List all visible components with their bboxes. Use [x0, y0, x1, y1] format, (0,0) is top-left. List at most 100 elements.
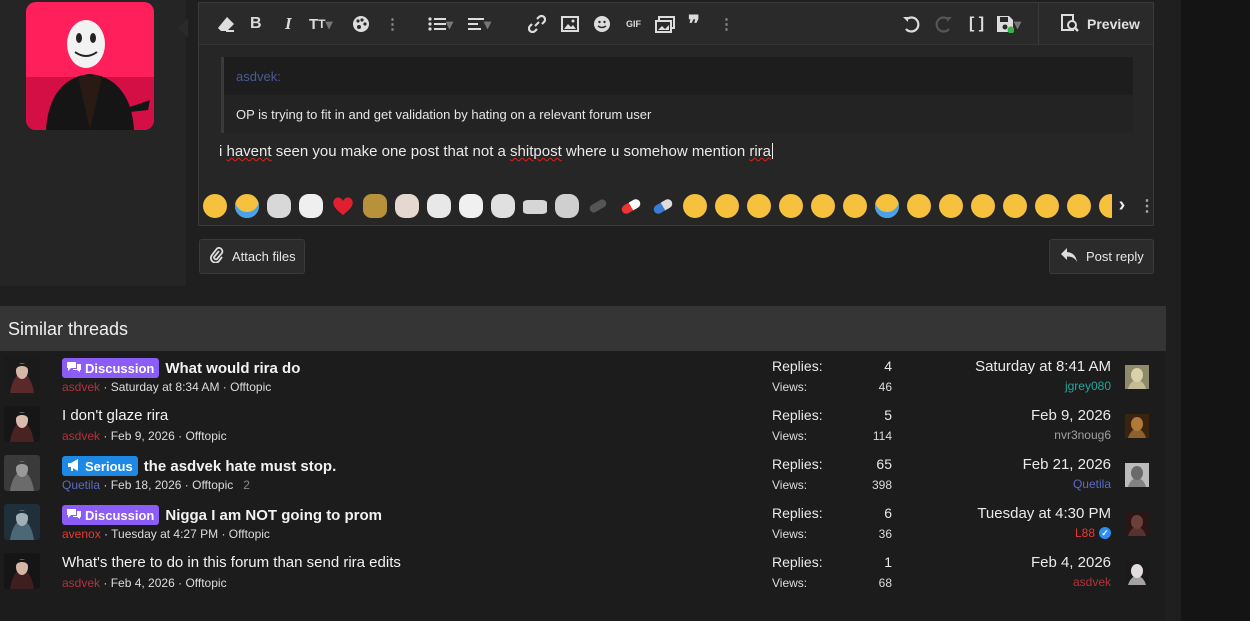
emoji-grimace-icon[interactable]: [683, 194, 707, 218]
last-poster-avatar[interactable]: [1125, 512, 1149, 536]
thread-date[interactable]: Feb 4, 2026: [111, 576, 175, 590]
chevron-right-icon[interactable]: ›: [1112, 194, 1132, 218]
emoji-custom-4-icon[interactable]: [395, 194, 419, 218]
last-post-date[interactable]: Feb 21, 2026: [1023, 456, 1111, 473]
last-poster-avatar[interactable]: [1125, 365, 1149, 389]
emoji-grin-icon[interactable]: [779, 194, 803, 218]
reply-text[interactable]: i havent seen you make one post that not…: [219, 143, 774, 160]
more-icon[interactable]: ⋮: [719, 13, 734, 35]
thread-title[interactable]: the asdvek hate must stop.: [144, 458, 337, 475]
smilie-icon[interactable]: [593, 13, 611, 35]
link-icon[interactable]: [528, 13, 546, 35]
last-poster-name[interactable]: nvr3noug6: [1054, 428, 1111, 442]
more-icon[interactable]: ⋮: [1139, 196, 1149, 216]
last-post-date[interactable]: Feb 4, 2026: [1031, 554, 1111, 571]
thread-title[interactable]: Nigga I am NOT going to prom: [165, 507, 382, 524]
thread-date[interactable]: Feb 9, 2026: [111, 429, 175, 443]
thread-date[interactable]: Tuesday at 4:27 PM: [111, 527, 218, 541]
last-poster-name[interactable]: Quetila: [1073, 477, 1111, 491]
emoji-smile-icon[interactable]: [715, 194, 739, 218]
emoji-frown-icon[interactable]: [971, 194, 995, 218]
emoji-star-eyes-icon[interactable]: [907, 194, 931, 218]
emoji-confused-icon[interactable]: [1003, 194, 1027, 218]
preview-button[interactable]: Preview: [1038, 3, 1154, 45]
last-post-date[interactable]: Tuesday at 4:30 PM: [977, 505, 1111, 522]
last-poster-avatar[interactable]: [1125, 414, 1149, 438]
emoji-custom-2-icon[interactable]: [299, 194, 323, 218]
quote-author[interactable]: asdvek:: [236, 69, 281, 84]
emoji-tears-of-joy-icon[interactable]: [235, 194, 259, 218]
media-icon[interactable]: [655, 13, 675, 35]
eraser-icon[interactable]: [217, 13, 235, 35]
last-poster-name[interactable]: L88: [1075, 526, 1095, 540]
thread-author[interactable]: asdvek: [62, 380, 100, 394]
text-size-icon[interactable]: T T ▾: [309, 13, 333, 35]
thread-row[interactable]: Discussion Nigga I am NOT going to prom av…: [0, 498, 1166, 547]
last-poster-avatar[interactable]: [1125, 561, 1149, 585]
thread-author[interactable]: Quetila: [62, 478, 100, 492]
thread-author[interactable]: avenox: [62, 527, 101, 541]
thread-forum[interactable]: Offtopic: [185, 576, 226, 590]
emoji-custom-1-icon[interactable]: [267, 194, 291, 218]
emoji-wink-icon[interactable]: [939, 194, 963, 218]
thread-author-avatar[interactable]: [4, 553, 40, 589]
thread-author-avatar[interactable]: [4, 504, 40, 540]
reply-editor[interactable]: B I T T ▾ ⋮ ▾ ▾ GIF ❞ ⋮ [] ▾ Preview as…: [198, 2, 1154, 226]
pill-blue-icon[interactable]: [652, 197, 674, 216]
emoji-thinking-icon[interactable]: [1035, 194, 1059, 218]
thread-prefix-badge[interactable]: Serious: [62, 456, 138, 476]
more-icon[interactable]: ⋮: [385, 13, 400, 35]
pill-black-icon[interactable]: [588, 198, 608, 214]
attach-files-button[interactable]: Attach files: [199, 239, 305, 274]
heart-icon[interactable]: [331, 194, 355, 218]
palette-icon[interactable]: [352, 13, 370, 35]
bold-icon[interactable]: B: [250, 13, 262, 35]
pill-red-icon[interactable]: [620, 197, 642, 216]
emoji-custom-3-icon[interactable]: [363, 194, 387, 218]
thread-title[interactable]: I don't glaze rira: [62, 407, 168, 424]
list-icon[interactable]: ▾: [428, 13, 453, 35]
thread-title[interactable]: What would rira do: [165, 360, 300, 377]
last-post-date[interactable]: Feb 9, 2026: [1031, 407, 1111, 424]
user-avatar[interactable]: [26, 2, 154, 130]
thread-row[interactable]: I don't glaze rira asdvek · Feb 9, 2026 ·…: [0, 400, 1166, 449]
thread-prefix-badge[interactable]: Discussion: [62, 505, 160, 525]
emoji-rofl-icon[interactable]: [843, 194, 867, 218]
last-poster-name[interactable]: asdvek: [1073, 575, 1111, 589]
last-post-date[interactable]: Saturday at 8:41 AM: [975, 358, 1111, 375]
emoji-tongue-icon[interactable]: [747, 194, 771, 218]
thread-date[interactable]: Saturday at 8:34 AM: [111, 380, 220, 394]
italic-icon[interactable]: I: [285, 13, 292, 35]
thread-author-avatar[interactable]: [4, 357, 40, 393]
emoji-custom-5-icon[interactable]: [427, 194, 451, 218]
redo-icon[interactable]: [935, 13, 953, 35]
emoji-custom-6-icon[interactable]: [459, 194, 483, 218]
thread-forum[interactable]: Offtopic: [192, 478, 233, 492]
thread-forum[interactable]: Offtopic: [230, 380, 271, 394]
last-poster-avatar[interactable]: [1125, 463, 1149, 487]
undo-icon[interactable]: [902, 13, 920, 35]
align-icon[interactable]: ▾: [468, 13, 491, 35]
thread-title[interactable]: What's there to do in this forum than se…: [62, 554, 401, 571]
emoji-custom-9-icon[interactable]: [555, 194, 579, 218]
thread-row[interactable]: Discussion What would rira do asdvek · Sat…: [0, 351, 1166, 400]
gif-icon[interactable]: GIF: [626, 13, 641, 35]
emoji-custom-8-icon[interactable]: [523, 200, 547, 214]
thread-row[interactable]: Serious the asdvek hate must stop. Quetila…: [0, 449, 1166, 498]
post-reply-button[interactable]: Post reply: [1049, 239, 1154, 274]
emoji-custom-7-icon[interactable]: [491, 194, 515, 218]
thread-forum[interactable]: Offtopic: [229, 527, 270, 541]
image-icon[interactable]: [561, 13, 579, 35]
thread-prefix-badge[interactable]: Discussion: [62, 358, 160, 378]
thread-row[interactable]: What's there to do in this forum than se…: [0, 547, 1166, 596]
thread-forum[interactable]: Offtopic: [185, 429, 226, 443]
emoji-laughing-icon[interactable]: [811, 194, 835, 218]
thread-author[interactable]: asdvek: [62, 429, 100, 443]
thread-author-avatar[interactable]: [4, 406, 40, 442]
last-poster-name[interactable]: jgrey080: [1065, 379, 1111, 393]
emoji-joy-icon[interactable]: [875, 194, 899, 218]
thread-page-link[interactable]: 2: [243, 478, 250, 492]
quote-icon[interactable]: ❞: [688, 11, 700, 36]
bbcode-icon[interactable]: [ ]: [969, 13, 984, 35]
drafts-icon[interactable]: ▾: [996, 13, 1021, 35]
